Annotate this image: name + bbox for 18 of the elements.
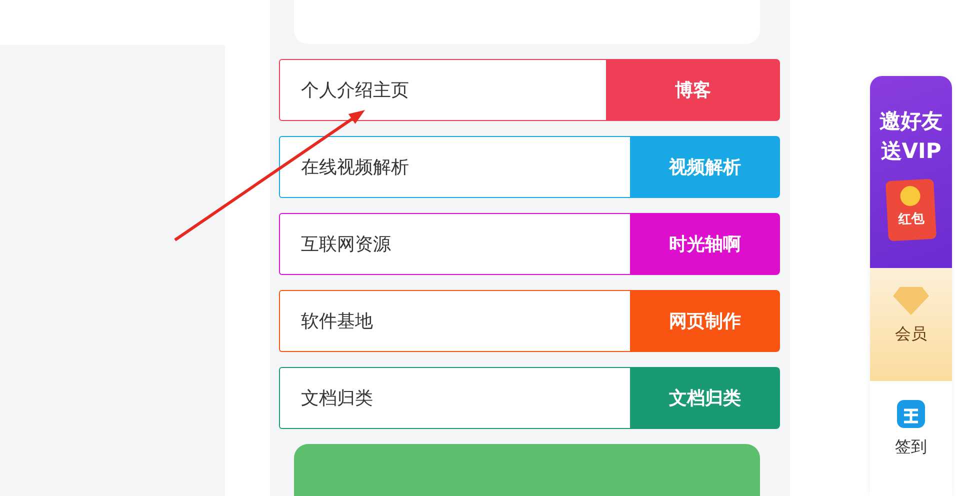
link-label: 互联网资源 bbox=[279, 213, 630, 275]
link-button[interactable]: 文档归类 bbox=[630, 367, 780, 429]
sign-in-icon bbox=[896, 399, 926, 429]
envelope-icon: 红包 bbox=[885, 178, 937, 242]
link-button[interactable]: 视频解析 bbox=[630, 136, 780, 198]
link-button[interactable]: 时光轴啊 bbox=[630, 213, 780, 275]
link-button[interactable]: 网页制作 bbox=[630, 290, 780, 352]
promo-banner[interactable] bbox=[294, 444, 760, 496]
link-label: 文档归类 bbox=[279, 367, 630, 429]
link-label: 软件基地 bbox=[279, 290, 630, 352]
link-button[interactable]: 博客 bbox=[606, 59, 780, 121]
diamond-icon bbox=[892, 286, 930, 316]
invite-promo-banner[interactable]: 邀好友 送VIP 红包 bbox=[870, 76, 952, 268]
sign-in-item[interactable]: 签到 bbox=[870, 381, 952, 496]
vip-item[interactable]: 会员 bbox=[870, 268, 952, 381]
link-label: 在线视频解析 bbox=[279, 136, 630, 198]
link-label: 个人介绍主页 bbox=[279, 59, 606, 121]
promo-title: 邀好友 送VIP bbox=[880, 108, 942, 165]
